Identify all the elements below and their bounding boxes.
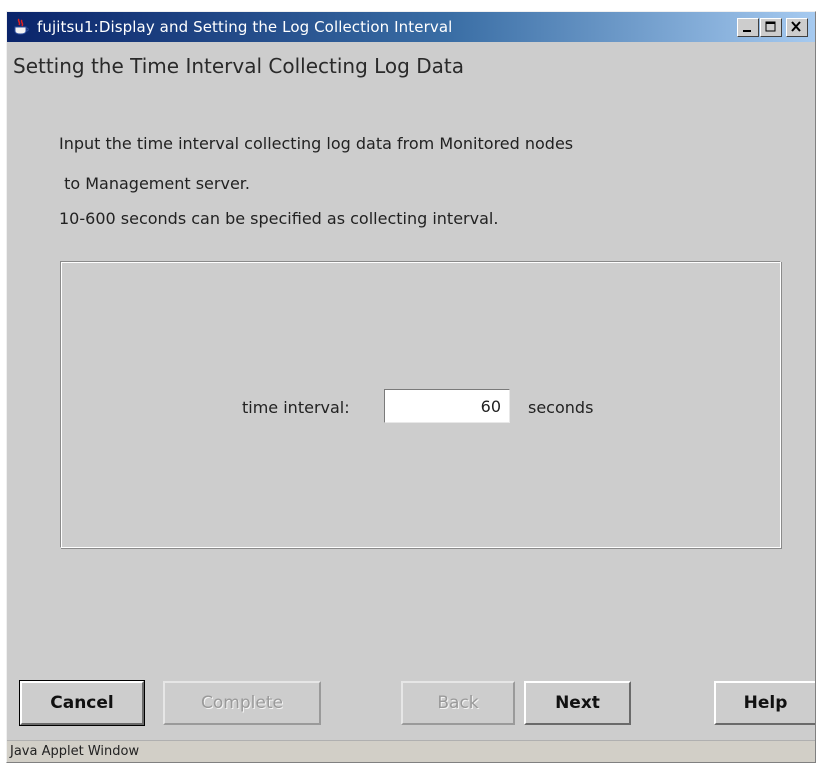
applet-window: fujitsu1:Display and Setting the Log Col… — [6, 11, 816, 763]
next-button[interactable]: Next — [524, 681, 631, 725]
minimize-button[interactable] — [737, 18, 759, 37]
status-bar: Java Applet Window — [7, 740, 815, 762]
description-line-3: 10-600 seconds can be specified as colle… — [59, 209, 499, 228]
time-interval-input[interactable] — [384, 389, 510, 423]
minimize-icon — [743, 30, 751, 32]
description-line-2: to Management server. — [59, 174, 250, 193]
close-icon — [791, 21, 801, 32]
help-button[interactable]: Help — [714, 681, 815, 725]
description-line-1: Input the time interval collecting log d… — [59, 134, 574, 153]
page-heading: Setting the Time Interval Collecting Log… — [13, 54, 464, 78]
cancel-button[interactable]: Cancel — [19, 680, 145, 726]
java-cup-icon — [13, 18, 29, 36]
maximize-icon — [765, 21, 776, 32]
time-interval-label: time interval: — [242, 398, 350, 417]
back-button[interactable]: Back — [401, 681, 515, 725]
close-button[interactable] — [786, 18, 808, 37]
seconds-unit-label: seconds — [528, 398, 594, 417]
maximize-button[interactable] — [760, 18, 782, 37]
complete-button[interactable]: Complete — [163, 681, 321, 725]
window-title: fujitsu1:Display and Setting the Log Col… — [37, 18, 453, 36]
title-bar[interactable]: fujitsu1:Display and Setting the Log Col… — [7, 12, 815, 42]
status-text: Java Applet Window — [10, 744, 140, 759]
